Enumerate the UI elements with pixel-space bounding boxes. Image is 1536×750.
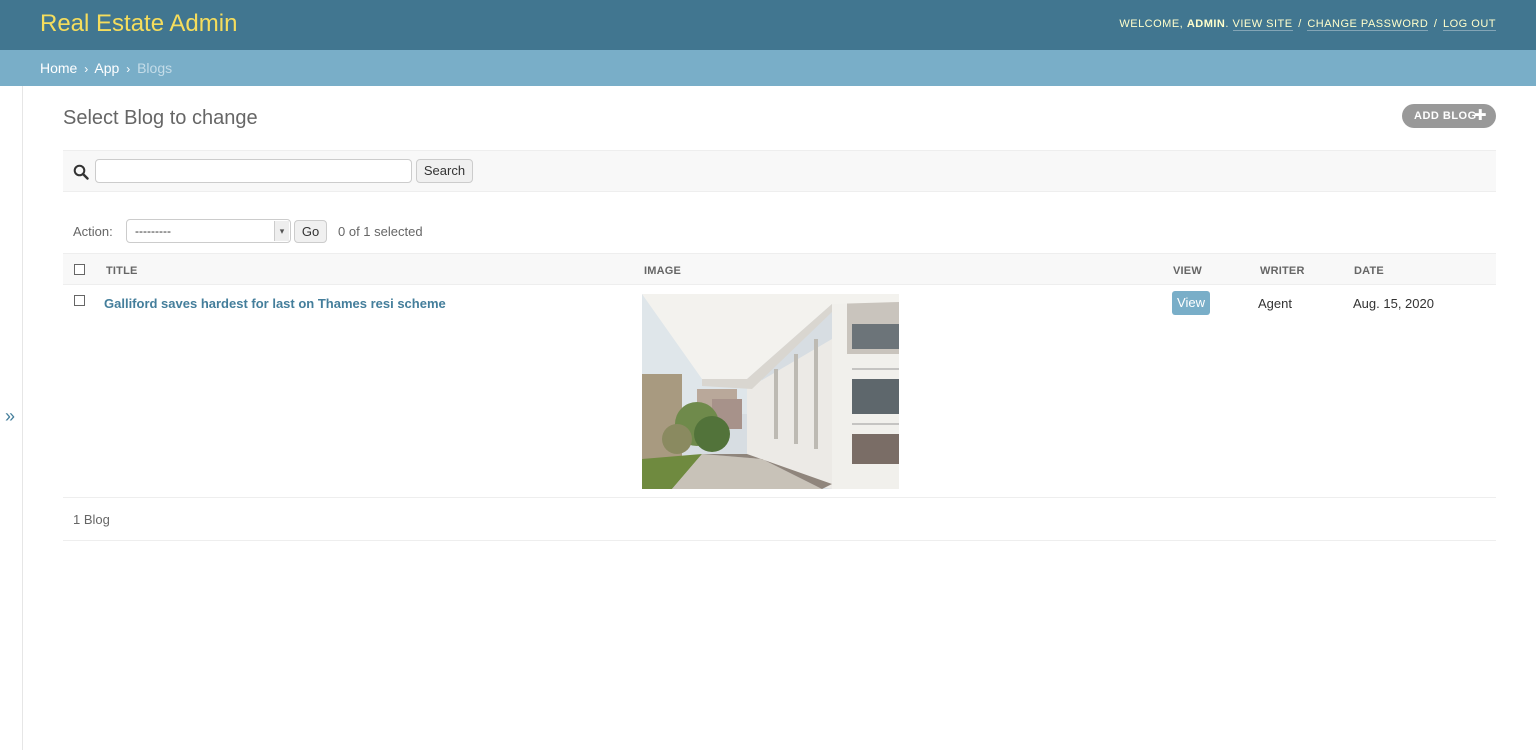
paginator: 1 Blog	[63, 498, 1496, 541]
blog-title-link[interactable]: Galliford saves hardest for last on Tham…	[104, 296, 446, 311]
user-tools: Welcome, admin. View site / Change passw…	[1119, 18, 1496, 31]
log-out-link[interactable]: Log out	[1442, 18, 1496, 31]
row-checkbox[interactable]	[74, 295, 85, 306]
select-all-checkbox[interactable]	[74, 264, 85, 275]
add-blog-button[interactable]: Add Blog ✚	[1402, 104, 1496, 128]
view-site-link[interactable]: View site	[1232, 18, 1293, 31]
blog-image-thumbnail	[642, 294, 899, 489]
column-header-date[interactable]: Date	[1354, 265, 1384, 277]
welcome-text: Welcome,	[1119, 18, 1184, 30]
actions-bar: Action: --------- ▾ Go 0 of 1 selected	[63, 218, 1496, 246]
search-toolbar: Search	[63, 150, 1496, 192]
separator: /	[1433, 18, 1438, 30]
site-brand[interactable]: Real Estate Admin	[40, 10, 237, 38]
chevron-down-icon: ▾	[274, 221, 289, 241]
search-button[interactable]: Search	[416, 159, 473, 183]
breadcrumb-app[interactable]: App	[94, 60, 119, 76]
writer-cell: Agent	[1258, 296, 1292, 311]
action-select[interactable]: --------- ▾	[126, 219, 291, 243]
sidebar-toggle[interactable]: »	[0, 86, 23, 750]
table-row: Galliford saves hardest for last on Tham…	[63, 286, 1496, 498]
separator: /	[1298, 18, 1302, 30]
admin-header: Real Estate Admin Welcome, admin. View s…	[0, 0, 1536, 50]
breadcrumb-home[interactable]: Home	[40, 60, 77, 76]
breadcrumb-separator: ›	[84, 62, 89, 76]
search-icon	[73, 164, 89, 180]
go-button[interactable]: Go	[294, 220, 327, 243]
add-blog-label: Add Blog	[1414, 110, 1477, 122]
column-header-view[interactable]: View	[1173, 265, 1202, 277]
breadcrumb-current: Blogs	[137, 60, 173, 76]
column-header-image[interactable]: Image	[644, 265, 681, 277]
breadcrumb: Home › App › Blogs	[0, 50, 1536, 86]
action-label: Action:	[73, 224, 113, 239]
double-chevron-right-icon: »	[5, 406, 16, 426]
selected-count: 0 of 1 selected	[338, 224, 423, 239]
page-title: Select Blog to change	[63, 107, 258, 129]
change-password-link[interactable]: Change password	[1307, 18, 1429, 31]
date-cell: Aug. 15, 2020	[1353, 296, 1434, 311]
plus-icon: ✚	[1473, 107, 1487, 124]
view-button[interactable]: View	[1172, 291, 1210, 315]
search-input[interactable]	[95, 159, 412, 183]
column-header-writer[interactable]: Writer	[1260, 265, 1305, 277]
action-select-value: ---------	[135, 224, 171, 238]
column-header-title[interactable]: Title	[106, 265, 138, 277]
breadcrumb-separator: ›	[126, 62, 131, 76]
result-count: 1 Blog	[73, 512, 110, 527]
username: admin	[1186, 18, 1226, 30]
table-header: Title Image View Writer Date	[63, 253, 1496, 285]
